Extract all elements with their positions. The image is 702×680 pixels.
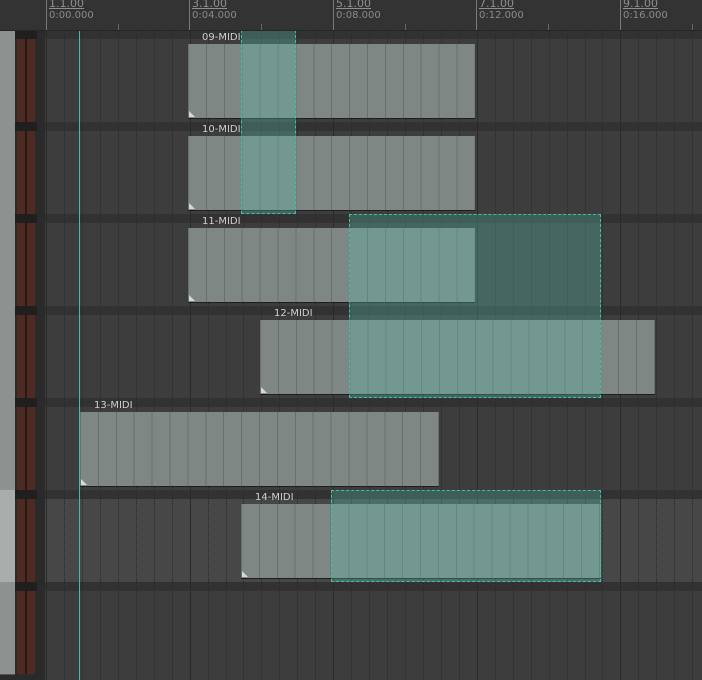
razor-edit-area[interactable]: [331, 490, 601, 582]
grid-line: [692, 30, 694, 680]
midi-item-10[interactable]: 10-MIDI: [188, 122, 475, 211]
arrange-view[interactable]: 09-MIDI 10-MIDI 11-MIDI 12-MIDI 13-MIDI …: [45, 30, 702, 680]
vu-meter: [17, 39, 35, 122]
ruler-time-label: 0:08.000: [336, 10, 381, 21]
track-panel[interactable]: [0, 582, 15, 675]
track-panel[interactable]: [0, 214, 15, 307]
ruler-time-label: 0:12.000: [479, 10, 524, 21]
edit-cursor[interactable]: [79, 30, 80, 680]
ruler-minor-tick: [261, 24, 262, 30]
ruler-minor-tick: [118, 24, 119, 30]
grid-line: [81, 30, 83, 680]
grid-line: [171, 30, 173, 680]
ruler-time-label: 0:00.000: [49, 10, 94, 21]
grid-line: [674, 30, 676, 680]
grid-line: [99, 30, 101, 680]
item-label: 13-MIDI: [94, 400, 133, 411]
item-handle-icon[interactable]: [81, 479, 87, 485]
ruler-bar-label: 9.1.00: [623, 0, 658, 10]
item-body[interactable]: [188, 136, 475, 211]
grid-line: [656, 30, 658, 680]
ruler-time-label: 0:04.000: [192, 10, 237, 21]
ruler-bar-label: 1.1.00: [49, 0, 84, 10]
item-body[interactable]: [80, 412, 439, 487]
track-header[interactable]: [0, 306, 45, 399]
ruler-minor-tick: [405, 24, 406, 30]
grid-line: [117, 30, 119, 680]
grid-line: [153, 30, 155, 680]
vu-meter: [17, 223, 35, 306]
razor-edit-area[interactable]: [349, 214, 601, 398]
item-handle-icon[interactable]: [261, 387, 267, 393]
timeline-ruler[interactable]: 1.1.00 0:00.000 3.1.00 0:04.000 5.1.00 0…: [0, 0, 702, 31]
grid-line: [46, 30, 47, 680]
item-handle-icon[interactable]: [189, 295, 195, 301]
ruler-minor-tick: [692, 24, 693, 30]
razor-edit-area[interactable]: [241, 30, 296, 214]
midi-item-09[interactable]: 09-MIDI: [188, 30, 475, 119]
ruler-bar-label: 7.1.00: [479, 0, 514, 10]
track-control-panel: [0, 30, 45, 680]
track-header[interactable]: [0, 398, 45, 491]
track-header-selected[interactable]: [0, 490, 45, 583]
vu-meter: [17, 131, 35, 214]
item-label: 14-MIDI: [255, 492, 294, 503]
track-lane[interactable]: [45, 582, 702, 674]
item-label: 09-MIDI: [202, 32, 241, 43]
ruler-minor-tick: [548, 24, 549, 30]
item-handle-icon[interactable]: [189, 111, 195, 117]
track-panel[interactable]: [0, 490, 15, 583]
vu-meter: [17, 591, 35, 674]
midi-item-13[interactable]: 13-MIDI: [80, 398, 439, 487]
item-label: 12-MIDI: [274, 308, 313, 319]
track-header[interactable]: [0, 214, 45, 307]
item-body[interactable]: [188, 44, 475, 119]
grid-line: [63, 30, 65, 680]
item-label: 10-MIDI: [202, 124, 241, 135]
ruler-bar-label: 5.1.00: [336, 0, 371, 10]
track-header[interactable]: [0, 122, 45, 215]
vu-meter: [17, 499, 35, 582]
track-panel[interactable]: [0, 398, 15, 491]
track-panel[interactable]: [0, 306, 15, 399]
ruler-time-label: 0:16.000: [623, 10, 668, 21]
track-panel[interactable]: [0, 122, 15, 215]
item-handle-icon[interactable]: [189, 203, 195, 209]
item-label: 11-MIDI: [202, 216, 241, 227]
track-panel[interactable]: [0, 30, 15, 123]
item-handle-icon[interactable]: [242, 571, 248, 577]
ruler-bar-label: 3.1.00: [192, 0, 227, 10]
track-header[interactable]: [0, 582, 45, 675]
vu-meter: [17, 407, 35, 490]
grid-line: [135, 30, 137, 680]
track-header[interactable]: [0, 30, 45, 123]
vu-meter: [17, 315, 35, 398]
